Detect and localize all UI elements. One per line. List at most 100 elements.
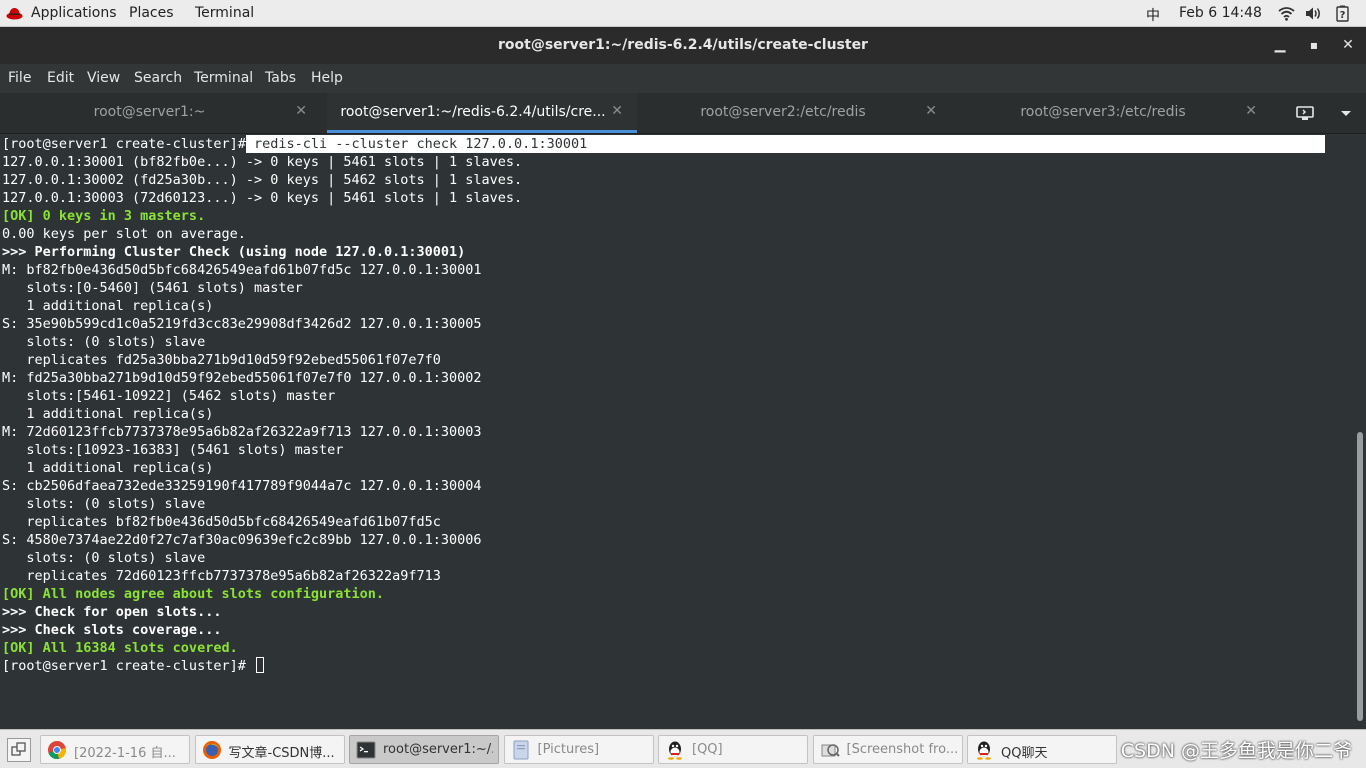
tab-server1-home[interactable]: root@server1:~ ✕	[0, 93, 327, 133]
terminal-line: >>> Check slots coverage...	[2, 622, 222, 638]
window-titlebar[interactable]: root@server1:~/redis-6.2.4/utils/create-…	[0, 27, 1366, 64]
applications-menu[interactable]: Applications	[31, 5, 117, 21]
tab-label: root@server3:/etc/redis	[1020, 104, 1186, 120]
menu-help[interactable]: Help	[311, 70, 343, 86]
firefox-icon	[202, 741, 221, 759]
tab-label: root@server1:~/redis-6.2.4/utils/cre...	[340, 104, 606, 120]
new-tab-icon[interactable]	[1296, 105, 1314, 121]
taskbar-item-label: [2022-1-16 自...	[74, 746, 176, 761]
places-menu[interactable]: Places	[129, 5, 174, 21]
menu-edit[interactable]: Edit	[47, 70, 74, 86]
power-icon[interactable]: ?	[1336, 5, 1349, 22]
chrome-icon	[48, 741, 67, 760]
tab-close-icon[interactable]: ✕	[295, 103, 307, 119]
terminal-line: 1 additional replica(s)	[2, 460, 214, 476]
taskbar: [2022-1-16 自... 写文章-CSDN博... root@server1:…	[0, 729, 1366, 768]
taskbar-item[interactable]: [QQ]	[658, 735, 808, 764]
maximize-button[interactable]: ▪	[1304, 35, 1324, 55]
minimize-button[interactable]: ▁	[1270, 35, 1290, 55]
menu-search[interactable]: Search	[134, 70, 182, 86]
terminal-line: 1 additional replica(s)	[2, 406, 214, 422]
tab-close-icon[interactable]: ✕	[1245, 103, 1257, 119]
terminal-line: slots: (0 slots) slave	[2, 496, 206, 512]
tab-server2-etc-redis[interactable]: root@server2:/etc/redis ✕	[637, 93, 957, 133]
terminal-line: replicates bf82fb0e436d50d5bfc68426549ea…	[2, 514, 441, 530]
taskbar-item[interactable]: QQ聊天	[967, 735, 1117, 764]
terminal-line: slots: (0 slots) slave	[2, 334, 206, 350]
top-panel: Applications Places Terminal 中 Feb 6 14:…	[0, 0, 1366, 27]
terminal-line: 1 additional replica(s)	[2, 298, 214, 314]
qq-icon	[668, 741, 682, 760]
prompt: [root@server1 create-cluster]#	[2, 136, 246, 152]
prompt: [root@server1 create-cluster]#	[2, 658, 254, 674]
desktop-icon	[11, 742, 26, 756]
taskbar-item[interactable]: [Pictures]	[503, 735, 654, 764]
terminal-line: S: 4580e7374ae22d0f27c7af30ac09639efc2c8…	[2, 532, 482, 548]
clock[interactable]: Feb 6 14:48	[1179, 5, 1262, 21]
terminal-icon	[356, 741, 376, 759]
terminal-line: slots: (0 slots) slave	[2, 550, 206, 566]
menu-terminal[interactable]: Terminal	[194, 70, 253, 86]
menu-view[interactable]: View	[87, 70, 120, 86]
show-desktop-button[interactable]	[7, 738, 31, 762]
wifi-icon[interactable]	[1278, 6, 1295, 21]
terminal-app-menu[interactable]: Terminal	[195, 5, 254, 21]
terminal-output[interactable]: [root@server1 create-cluster]# redis-cli…	[0, 134, 1354, 729]
close-button[interactable]: ✕	[1338, 35, 1358, 55]
terminal-line: M: fd25a30bba271b9d10d59f92ebed55061f07e…	[2, 370, 482, 386]
folder-icon	[513, 740, 528, 760]
tab-close-icon[interactable]: ✕	[611, 103, 623, 119]
taskbar-item-label: [QQ]	[692, 742, 723, 757]
terminal-line: M: 72d60123ffcb7737378e95a6b82af26322a9f…	[2, 424, 482, 440]
menubar: File Edit View Search Terminal Tabs Help	[0, 64, 1366, 93]
taskbar-item[interactable]: root@server1:~/...	[349, 735, 499, 764]
menu-file[interactable]: File	[8, 70, 31, 86]
window-title: root@server1:~/redis-6.2.4/utils/create-…	[498, 37, 868, 53]
command-line: [root@server1 create-cluster]# redis-cli…	[0, 135, 1354, 153]
qq-icon	[977, 741, 991, 760]
input-method-indicator[interactable]: 中	[1146, 5, 1160, 25]
taskbar-item-label: [Screenshot fro...	[846, 742, 957, 757]
active-tab-indicator	[327, 130, 637, 133]
taskbar-item[interactable]: 写文章-CSDN博...	[194, 735, 345, 764]
terminal-line: slots:[5461-10922] (5462 slots) master	[2, 388, 336, 404]
tab-server1-create-cluster[interactable]: root@server1:~/redis-6.2.4/utils/cre... …	[327, 93, 637, 133]
tab-label: root@server1:~	[93, 104, 206, 120]
tab-close-icon[interactable]: ✕	[925, 103, 937, 119]
taskbar-item-label: 写文章-CSDN博...	[228, 746, 335, 761]
command-text: redis-cli --cluster check 127.0.0.1:3000…	[245, 135, 1325, 153]
terminal-line: S: 35e90b599cd1c0a5219fd3cc83e29908df342…	[2, 316, 482, 332]
redhat-icon	[6, 8, 23, 20]
chevron-down-icon[interactable]	[1340, 110, 1352, 118]
menu-tabs[interactable]: Tabs	[265, 70, 296, 86]
terminal-line: [OK] All nodes agree about slots configu…	[2, 586, 385, 602]
terminal-line: S: cb2506dfaea732ede33259190f417789f9044…	[2, 478, 482, 494]
terminal-line: replicates 72d60123ffcb7737378e95a6b82af…	[2, 568, 441, 584]
terminal-line: 127.0.0.1:30002 (fd25a30b...) -> 0 keys …	[2, 172, 523, 188]
watermark: CSDN @王多鱼我是你二爷	[1120, 740, 1352, 762]
terminal-line: [OK] 0 keys in 3 masters.	[2, 208, 206, 224]
terminal-line: 127.0.0.1:30003 (72d60123...) -> 0 keys …	[2, 190, 523, 206]
terminal-line: replicates fd25a30bba271b9d10d59f92ebed5…	[2, 352, 441, 368]
terminal-line: [OK] All 16384 slots covered.	[2, 640, 238, 656]
tab-server3-etc-redis[interactable]: root@server3:/etc/redis ✕	[957, 93, 1277, 133]
terminal-line: >>> Performing Cluster Check (using node…	[2, 244, 466, 260]
terminal-line: slots:[10923-16383] (5461 slots) master	[2, 442, 344, 458]
final-prompt-line: [root@server1 create-cluster]#	[0, 657, 1354, 675]
terminal-line: 127.0.0.1:30001 (bf82fb0e...) -> 0 keys …	[2, 154, 523, 170]
tab-bar: root@server1:~ ✕ root@server1:~/redis-6.…	[0, 93, 1366, 134]
terminal-lines: 127.0.0.1:30001 (bf82fb0e...) -> 0 keys …	[0, 153, 1354, 657]
terminal-line: slots:[0-5460] (5461 slots) master	[2, 280, 303, 296]
terminal-line: M: bf82fb0e436d50d5bfc68426549eafd61b07f…	[2, 262, 482, 278]
svg-text:?: ?	[1340, 10, 1346, 21]
terminal-line: >>> Check for open slots...	[2, 604, 222, 620]
screenshot-icon	[821, 744, 840, 757]
scrollbar-thumb[interactable]	[1357, 431, 1363, 721]
terminal-scrollbar[interactable]	[1354, 134, 1366, 729]
taskbar-item[interactable]: [2022-1-16 自...	[40, 735, 190, 764]
volume-icon[interactable]	[1305, 6, 1322, 21]
taskbar-item-label: QQ聊天	[1001, 746, 1048, 761]
taskbar-item[interactable]: [Screenshot fro...	[812, 735, 963, 764]
tab-label: root@server2:/etc/redis	[700, 104, 866, 120]
taskbar-item-label: root@server1:~/...	[383, 742, 493, 757]
